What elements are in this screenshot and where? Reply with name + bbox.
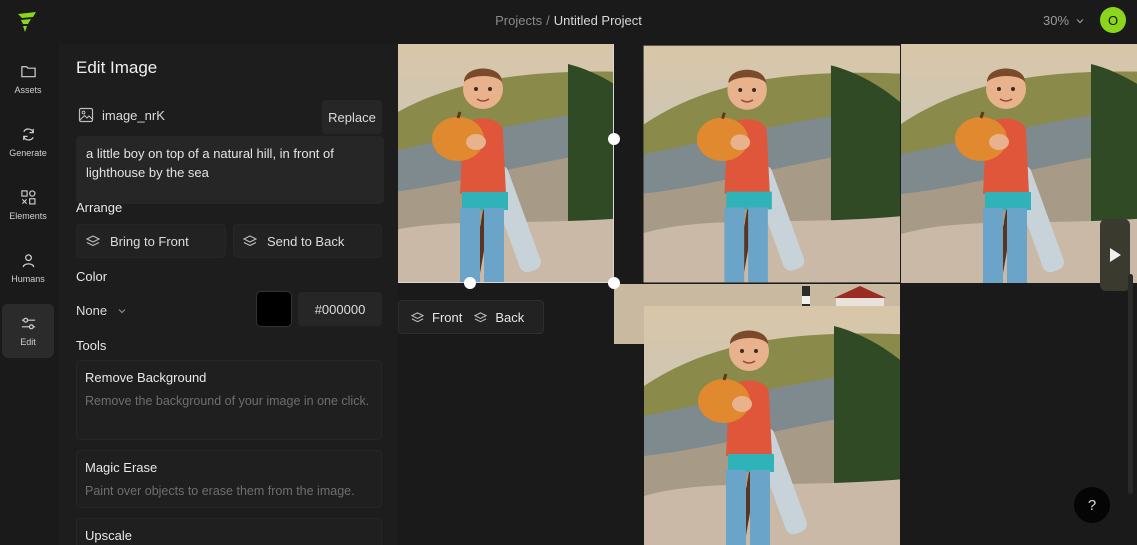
canvas-image-1[interactable] xyxy=(398,44,613,283)
layers-up-icon xyxy=(411,311,424,322)
tool-rail: Assets Generate Elements Humans Edit xyxy=(0,44,58,545)
resize-handle[interactable] xyxy=(464,277,476,289)
project-name[interactable]: Untitled Project xyxy=(554,13,642,28)
layers-up-icon xyxy=(86,235,100,247)
bring-to-front-button[interactable]: Bring to Front xyxy=(76,224,226,258)
edit-image-panel: Edit Image image_nrK Replace a little bo… xyxy=(58,44,398,545)
breadcrumb: Projects / Untitled Project xyxy=(0,13,1137,28)
canvas-image-2[interactable] xyxy=(614,44,900,283)
play-icon xyxy=(1110,248,1121,262)
tools-label: Tools xyxy=(76,338,107,353)
color-swatch[interactable] xyxy=(256,291,292,327)
tool-magic-erase[interactable]: Magic Erase Paint over objects to erase … xyxy=(76,450,382,508)
layers-down-icon xyxy=(243,235,257,247)
replace-button[interactable]: Replace xyxy=(322,100,382,134)
tool-title: Magic Erase xyxy=(85,460,158,475)
image-info-row: image_nrK Replace xyxy=(76,100,382,134)
canvas-image-4[interactable] xyxy=(614,284,900,545)
rail-label-generate: Generate xyxy=(9,148,47,158)
send-to-back-label: Send to Back xyxy=(267,233,345,249)
rail-item-humans[interactable]: Humans xyxy=(2,241,54,295)
panel-title: Edit Image xyxy=(76,58,158,77)
rail-item-elements[interactable]: Elements xyxy=(2,178,54,232)
prompt-field[interactable]: a little boy on top of a natural hill, i… xyxy=(76,136,384,204)
image-icon xyxy=(78,107,94,123)
chevron-down-icon xyxy=(118,308,126,313)
next-panel-button[interactable] xyxy=(1100,219,1130,291)
breadcrumb-projects[interactable]: Projects xyxy=(495,13,542,28)
shapes-icon xyxy=(20,190,35,205)
rail-label-elements: Elements xyxy=(9,211,47,221)
color-select-value: None xyxy=(76,303,108,318)
tool-remove-background[interactable]: Remove Background Remove the background … xyxy=(76,360,382,440)
resize-handle[interactable] xyxy=(608,277,620,289)
back-label: Back xyxy=(495,309,525,325)
tool-description: Paint over objects to erase them from th… xyxy=(85,484,355,498)
tool-description: Remove the background of your image in o… xyxy=(85,394,370,408)
tool-title: Remove Background xyxy=(85,370,207,385)
top-bar: Projects / Untitled Project 30% O xyxy=(0,0,1137,44)
color-label: Color xyxy=(76,269,108,284)
layers-down-icon xyxy=(474,311,488,322)
rail-label-edit: Edit xyxy=(20,337,36,347)
person-icon xyxy=(22,254,34,268)
rail-item-generate[interactable]: Generate xyxy=(2,115,54,169)
rail-label-humans: Humans xyxy=(11,274,45,284)
floating-layer-toolbar: Front Back xyxy=(398,300,544,334)
arrange-label: Arrange xyxy=(76,200,123,215)
tool-title: Upscale xyxy=(85,528,132,543)
front-button[interactable]: Front xyxy=(399,301,462,333)
send-to-back-button[interactable]: Send to Back xyxy=(233,224,382,258)
help-button[interactable]: ? xyxy=(1074,487,1110,523)
bring-to-front-label: Bring to Front xyxy=(110,233,189,249)
front-label: Front xyxy=(432,309,463,325)
chevron-down-icon xyxy=(1076,18,1084,23)
selection-border xyxy=(398,282,614,283)
color-select[interactable]: None xyxy=(76,303,127,318)
refresh-icon xyxy=(22,128,34,141)
rail-item-assets[interactable]: Assets xyxy=(2,52,54,106)
rail-item-edit[interactable]: Edit xyxy=(2,304,54,358)
breadcrumb-separator: / xyxy=(546,13,550,28)
tool-upscale[interactable]: Upscale xyxy=(76,518,382,545)
back-button[interactable]: Back xyxy=(462,301,524,333)
zoom-select[interactable]: 30% xyxy=(1043,13,1085,28)
folder-icon xyxy=(20,66,36,78)
rail-label-assets: Assets xyxy=(14,85,42,95)
sliders-icon xyxy=(21,317,35,330)
canvas-area[interactable]: Front Back ? xyxy=(398,44,1137,545)
zoom-value: 30% xyxy=(1043,13,1070,28)
avatar[interactable]: O xyxy=(1100,7,1126,33)
image-name: image_nrK xyxy=(102,108,165,123)
canvas-scrollbar[interactable] xyxy=(1128,274,1133,494)
resize-handle[interactable] xyxy=(608,133,620,145)
selection-border xyxy=(613,44,614,283)
hex-color-input[interactable]: #000000 xyxy=(298,292,382,326)
